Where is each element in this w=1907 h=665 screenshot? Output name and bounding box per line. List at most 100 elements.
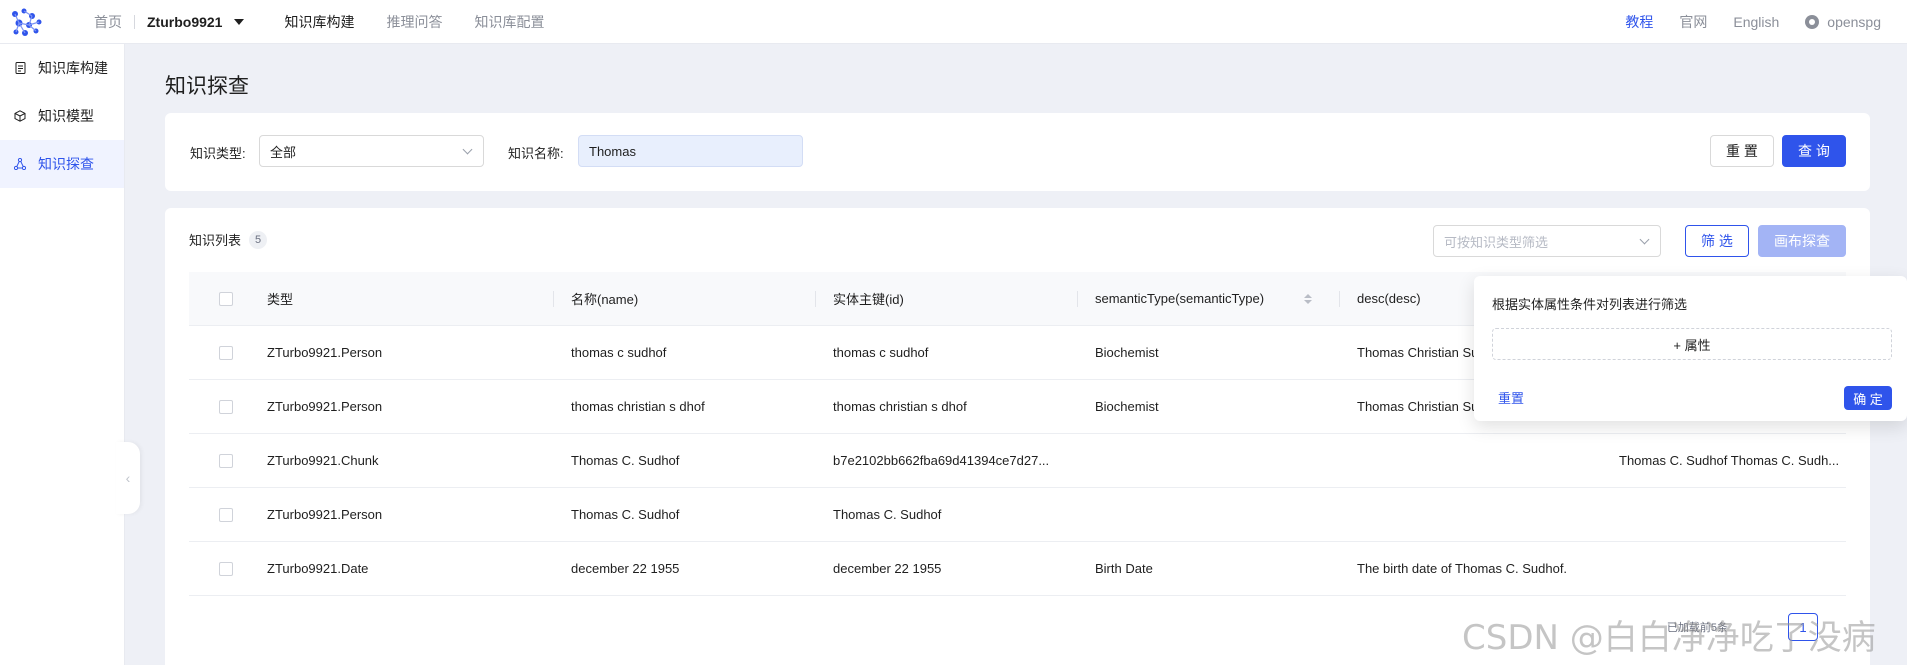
knowledge-type-label: 知识类型: xyxy=(190,146,246,161)
cell-type: ZTurbo9921.Chunk xyxy=(267,453,379,468)
row-select-cell xyxy=(189,434,267,487)
list-title: 知识列表 5 xyxy=(189,230,268,249)
sidebar-item-knowledge-model[interactable]: 知识模型 xyxy=(0,92,124,140)
cell-id: thomas christian s dhof xyxy=(833,399,967,414)
select-all-cell xyxy=(189,272,267,325)
type-filter-select[interactable]: 可按知识类型筛选 xyxy=(1433,225,1661,257)
attribute-filter-popover: 根据实体属性条件对列表进行筛选 + 属性 重置 确 定 xyxy=(1474,276,1907,421)
top-right-links: 教程 官网 English openspg xyxy=(1599,12,1881,32)
filter-button[interactable]: 筛 选 xyxy=(1685,225,1749,257)
knowledge-name-label: 知识名称: xyxy=(508,146,564,161)
cell-semantic-type xyxy=(1077,434,1339,487)
sidebar-item-label: 知识探查 xyxy=(38,156,94,172)
openspg-repo-link[interactable]: openspg xyxy=(1827,14,1881,30)
row-checkbox[interactable] xyxy=(219,561,233,576)
sidebar: 知识库构建 知识模型 知识探查 xyxy=(0,44,125,665)
column-header-semantic-type-label: semanticType(semanticType) xyxy=(1095,291,1265,306)
cell-extra xyxy=(1601,542,1846,595)
nav-reasoning-qa[interactable]: 推理问答 xyxy=(386,12,442,32)
document-icon xyxy=(14,62,26,74)
cell-type: ZTurbo9921.Person xyxy=(267,507,383,522)
column-header-id: 实体主键(id) xyxy=(815,272,1077,325)
sidebar-collapse-handle[interactable]: ‹ xyxy=(116,442,140,514)
chevron-left-icon: ‹ xyxy=(125,470,131,486)
add-attribute-button[interactable]: + 属性 xyxy=(1492,328,1892,360)
cube-icon xyxy=(14,110,26,122)
cell-id: Thomas C. Sudhof xyxy=(833,507,942,522)
cell-name: Thomas C. Sudhof xyxy=(571,507,680,522)
column-header-type: 类型 xyxy=(267,292,294,307)
cell-name: thomas christian s dhof xyxy=(571,399,705,414)
csdn-watermark: CSDN @白白净净吃了没病 xyxy=(1462,618,1876,658)
cell-type: ZTurbo9921.Person xyxy=(267,399,383,414)
table-row[interactable]: ZTurbo9921.Date december 22 1955 decembe… xyxy=(189,542,1846,596)
row-select-cell xyxy=(189,326,267,379)
reset-button[interactable]: 重 置 xyxy=(1710,135,1774,167)
cell-semantic-type: Biochemist xyxy=(1095,345,1159,360)
github-icon[interactable] xyxy=(1805,14,1820,29)
cell-extra: Thomas C. Sudhof Thomas C. Sudh... xyxy=(1619,453,1840,468)
graph-nodes-icon xyxy=(14,158,26,170)
row-checkbox[interactable] xyxy=(219,507,233,522)
column-header-name: 名称(name) xyxy=(553,272,815,325)
sidebar-item-label: 知识模型 xyxy=(38,108,94,124)
popover-title: 根据实体属性条件对列表进行筛选 xyxy=(1492,297,1688,312)
cell-semantic-type: Birth Date xyxy=(1095,561,1153,576)
project-name: Zturbo9921 xyxy=(147,13,223,30)
cell-id: december 22 1955 xyxy=(833,561,942,576)
cell-extra xyxy=(1601,488,1846,541)
sort-icon[interactable] xyxy=(1304,293,1313,304)
table-row[interactable]: ZTurbo9921.Person Thomas C. Sudhof Thoma… xyxy=(189,488,1846,542)
knowledge-type-select[interactable]: 全部 xyxy=(259,135,484,167)
canvas-explore-button[interactable]: 画布探查 xyxy=(1758,225,1846,257)
sidebar-item-label: 知识库构建 xyxy=(38,60,108,76)
query-button[interactable]: 查 询 xyxy=(1782,135,1846,167)
knowledge-name-input[interactable]: Thomas xyxy=(578,135,803,167)
cell-semantic-type: Biochemist xyxy=(1095,399,1159,414)
popover-confirm-button[interactable]: 确 定 xyxy=(1844,386,1892,410)
language-switch[interactable]: English xyxy=(1733,14,1779,30)
nav-knowledge-config[interactable]: 知识库配置 xyxy=(474,12,544,32)
cell-id: thomas c sudhof xyxy=(833,345,929,360)
nav-divider xyxy=(134,14,135,29)
nav-home[interactable]: 首页 xyxy=(94,12,122,32)
knowledge-type-value: 全部 xyxy=(270,144,297,160)
sidebar-item-knowledge-explore[interactable]: 知识探查 xyxy=(0,140,124,188)
knowledge-name-value: Thomas xyxy=(589,143,636,159)
cell-type: ZTurbo9921.Date xyxy=(267,561,369,576)
caret-down-icon xyxy=(234,18,245,25)
search-form-card: 知识类型: 全部 知识名称: Thomas 重 置 查 询 xyxy=(165,113,1870,191)
column-header-semantic-type[interactable]: semanticType(semanticType) xyxy=(1077,272,1339,325)
cell-id: b7e2102bb662fba69d41394ce7d27... xyxy=(833,453,1050,468)
table-row[interactable]: ZTurbo9921.Chunk Thomas C. Sudhof b7e210… xyxy=(189,434,1846,488)
row-checkbox[interactable] xyxy=(219,345,233,360)
top-navigation-bar: 首页 Zturbo9921 知识库构建 推理问答 知识库配置 教程 官网 Eng… xyxy=(0,0,1907,44)
cell-name: Thomas C. Sudhof xyxy=(571,453,680,468)
project-switcher[interactable]: Zturbo9921 xyxy=(147,13,245,30)
type-filter-placeholder: 可按知识类型筛选 xyxy=(1444,234,1549,250)
list-title-text: 知识列表 xyxy=(189,233,242,248)
nav-knowledge-build[interactable]: 知识库构建 xyxy=(284,12,354,32)
row-select-cell xyxy=(189,542,267,595)
row-checkbox[interactable] xyxy=(219,399,233,414)
popover-reset-link[interactable]: 重置 xyxy=(1498,388,1524,407)
sidebar-item-knowledge-build[interactable]: 知识库构建 xyxy=(0,44,124,92)
cell-desc xyxy=(1339,434,1601,487)
cell-desc: The birth date of Thomas C. Sudhof. xyxy=(1357,561,1568,576)
openspg-logo[interactable] xyxy=(10,0,54,44)
cell-type: ZTurbo9921.Person xyxy=(267,345,383,360)
row-select-cell xyxy=(189,488,267,541)
page-title: 知识探查 xyxy=(165,75,249,98)
cell-name: december 22 1955 xyxy=(571,561,680,576)
row-checkbox[interactable] xyxy=(219,453,233,468)
cell-semantic-type xyxy=(1077,488,1339,541)
official-site-link[interactable]: 官网 xyxy=(1679,12,1707,32)
count-badge: 5 xyxy=(249,230,268,249)
select-all-checkbox[interactable] xyxy=(219,291,233,306)
tutorial-link[interactable]: 教程 xyxy=(1625,12,1653,32)
row-select-cell xyxy=(189,380,267,433)
chevron-down-icon xyxy=(462,144,473,155)
chevron-down-icon xyxy=(1639,234,1650,245)
cell-desc xyxy=(1339,488,1601,541)
cell-name: thomas c sudhof xyxy=(571,345,667,360)
